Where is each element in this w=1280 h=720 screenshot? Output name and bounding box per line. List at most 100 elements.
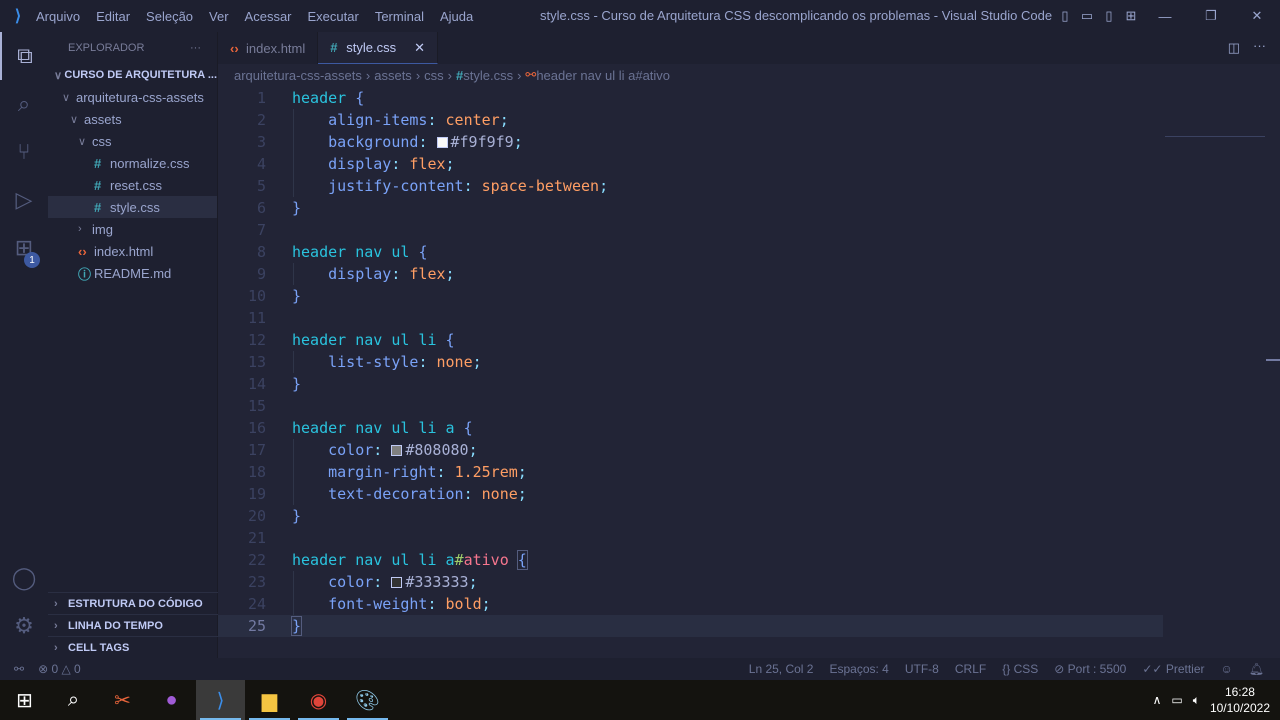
minimap[interactable] [1165,87,1265,137]
code-line[interactable]: 5 justify-content: space-between; [218,175,1163,197]
code-line[interactable]: 18 margin-right: 1.25rem; [218,461,1163,483]
close-tab-icon[interactable]: ✕ [414,40,425,56]
code-line[interactable]: 13 list-style: none; [218,351,1163,373]
customize-layout-icon[interactable]: ⊞ [1120,8,1142,24]
remote-icon[interactable]: ⚯ [14,662,24,676]
code-line[interactable]: 7 [218,219,1163,241]
code-line[interactable]: 25} [218,615,1163,637]
search-icon[interactable]: ⌕ [0,80,48,128]
tree-item[interactable]: › img [48,218,217,240]
cursor-position[interactable]: Ln 25, Col 2 [749,662,814,676]
indentation[interactable]: Espaços: 4 [829,662,888,676]
source-control-icon[interactable]: ⑂ [0,128,48,176]
encoding[interactable]: UTF-8 [905,662,939,676]
editor-more-icon[interactable]: ··· [1253,38,1266,53]
volume-icon[interactable]: 🔈︎ [1193,693,1200,708]
color-swatch[interactable] [391,577,403,588]
editor-scrollbar[interactable] [1266,87,1280,658]
problems-indicator[interactable]: ⊗ 0 △ 0 [38,662,81,676]
feedback-icon[interactable]: ☺ [1221,662,1233,676]
code-line[interactable]: 17 color: #808080; [218,439,1163,461]
breadcrumb-item[interactable]: style.css [463,68,513,83]
code-line[interactable]: 10} [218,285,1163,307]
code-line[interactable]: 14} [218,373,1163,395]
menu-item-ajuda[interactable]: Ajuda [440,9,473,24]
panel-2[interactable]: › CELL TAGS [48,636,218,658]
start-windows-icon[interactable]: ⊞ [0,680,49,720]
tab-index-html[interactable]: ‹› index.html [218,32,319,64]
code-line[interactable]: 9 display: flex; [218,263,1163,285]
extensions-icon[interactable]: ⊞ 1 [0,224,48,272]
code-line[interactable]: 21 [218,527,1163,549]
github-desktop-icon[interactable]: ● [147,680,196,720]
breadcrumb-item[interactable]: header nav ul li a#ativo [536,68,670,83]
code-line[interactable]: 1 header { [218,87,1163,109]
color-swatch[interactable] [436,137,448,148]
minimize-button[interactable]: — [1142,9,1188,24]
tree-item[interactable]: # normalize.css [48,152,217,174]
network-icon[interactable]: ▭ [1171,693,1182,707]
taskbar-search-icon[interactable]: ⌕ [49,680,98,720]
tree-item[interactable]: ⓘ README.md [48,262,217,284]
account-icon[interactable]: ◯ [0,554,48,602]
toggle-secondary-sidebar-icon[interactable]: ▯ [1098,8,1120,24]
end-of-line[interactable]: CRLF [955,662,986,676]
vscode-taskbar-icon[interactable]: ⟩ [196,680,245,720]
code-line[interactable]: 11 [218,307,1163,329]
code-line[interactable]: 4 display: flex; [218,153,1163,175]
breadcrumb-item[interactable]: arquitetura-css-assets [234,68,362,83]
tree-item[interactable]: ∨ CURSO DE ARQUITETURA ... [48,64,217,86]
panel-0[interactable]: › ESTRUTURA DO CÓDIGO [48,592,218,614]
code-line[interactable]: 12 header nav ul li { [218,329,1163,351]
explorer-icon[interactable]: ⧉ [0,32,48,80]
tree-item[interactable]: # reset.css [48,174,217,196]
code-line[interactable]: 3 background: #f9f9f9; [218,131,1163,153]
breadcrumb-item[interactable]: assets [374,68,412,83]
menu-item-seleção[interactable]: Seleção [146,9,193,24]
code-line[interactable]: 22 header nav ul li a#ativo { [218,549,1163,571]
toggle-sidebar-icon[interactable]: ▯ [1054,8,1076,24]
restore-button[interactable]: ❐ [1188,8,1234,24]
code-line[interactable]: 19 text-decoration: none; [218,483,1163,505]
menu-item-editar[interactable]: Editar [96,9,130,24]
menu-item-terminal[interactable]: Terminal [375,9,424,24]
more-actions-icon[interactable]: ··· [190,42,201,54]
toggle-panel-icon[interactable]: ▭ [1076,8,1098,24]
tree-item[interactable]: ‹› index.html [48,240,217,262]
show-hidden-icons[interactable]: ∧ [1153,693,1162,707]
code-editor[interactable]: 1 header {2 align-items: center; 3 backgro… [218,87,1163,637]
code-line[interactable]: 6} [218,197,1163,219]
panel-1[interactable]: › LINHA DO TEMPO [48,614,218,636]
close-window-button[interactable]: ✕ [1234,8,1280,24]
menu-item-acessar[interactable]: Acessar [245,9,292,24]
tree-item[interactable]: ∨ arquitetura-css-assets [48,86,217,108]
split-editor-icon[interactable]: ◫ [1228,40,1240,56]
breadcrumb-item[interactable]: css [424,68,444,83]
notifications-bell-icon[interactable]: 🔔︎ [1249,662,1264,676]
snipping-tool-icon[interactable]: ✂ [98,680,147,720]
code-line[interactable]: 15 [218,395,1163,417]
settings-gear-icon[interactable]: ⚙ [0,602,48,650]
code-line[interactable]: 23 color: #333333; [218,571,1163,593]
chrome-icon[interactable]: ◉ [294,680,343,720]
code-line[interactable]: 16 header nav ul li a { [218,417,1163,439]
code-line[interactable]: 8 header nav ul { [218,241,1163,263]
tree-item[interactable]: ∨ assets [48,108,217,130]
menu-item-arquivo[interactable]: Arquivo [36,9,80,24]
live-server-port[interactable]: ⊘ Port : 5500 [1054,662,1126,676]
language-mode[interactable]: {} CSS [1002,662,1038,676]
clock[interactable]: 16:28 10/10/2022 [1210,684,1270,716]
menu-item-ver[interactable]: Ver [209,9,229,24]
paint-icon[interactable]: 🎨︎ [343,680,392,720]
tree-item[interactable]: # style.css [48,196,217,218]
prettier-status[interactable]: ✓✓ Prettier [1142,662,1204,676]
tree-item[interactable]: ∨ css [48,130,217,152]
color-swatch[interactable] [391,445,403,456]
code-line[interactable]: 20} [218,505,1163,527]
menu-item-executar[interactable]: Executar [308,9,359,24]
code-line[interactable]: 24 font-weight: bold; [218,593,1163,615]
run-debug-icon[interactable]: ▷ [0,176,48,224]
code-line[interactable]: 2 align-items: center; [218,109,1163,131]
tab-style-css[interactable]: # style.css ✕ [318,32,438,64]
file-explorer-icon[interactable]: ▆ [245,680,294,720]
